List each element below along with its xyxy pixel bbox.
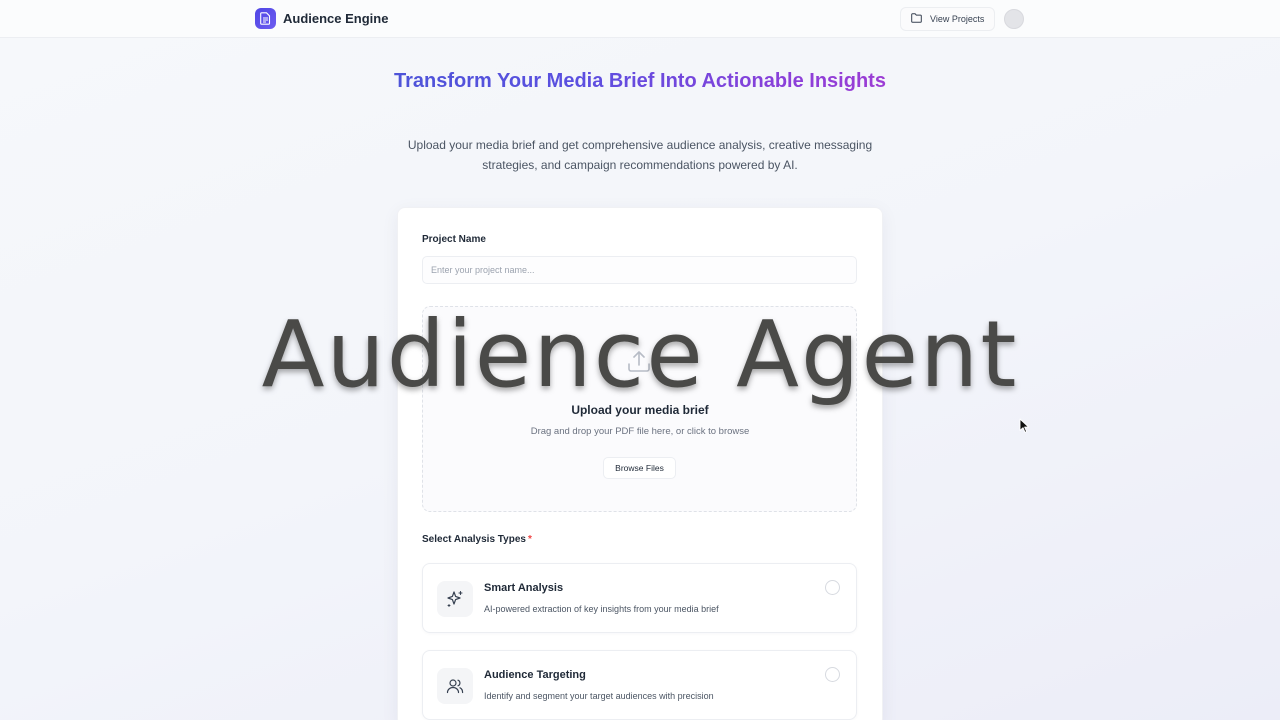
view-projects-label: View Projects	[930, 14, 985, 24]
folder-icon	[911, 13, 922, 25]
page-subtitle: Upload your media brief and get comprehe…	[407, 138, 873, 172]
option-checkbox[interactable]	[825, 667, 840, 682]
page-title: Transform Your Media Brief Into Actionab…	[340, 68, 940, 94]
option-description: Identify and segment your target audienc…	[484, 691, 714, 701]
analysis-option-audience-targeting[interactable]: Audience Targeting Identify and segment …	[422, 650, 857, 720]
analysis-types-label-text: Select Analysis Types	[422, 534, 526, 545]
analysis-types-label: Select Analysis Types *	[422, 534, 532, 545]
required-marker: *	[527, 534, 532, 545]
brand[interactable]: Audience Engine	[255, 8, 388, 29]
document-icon	[255, 8, 276, 29]
project-name-input[interactable]	[422, 256, 857, 284]
upload-subtitle: Drag and drop your PDF file here, or cli…	[530, 426, 750, 437]
project-name-label: Project Name	[422, 234, 486, 245]
app-name: Audience Engine	[283, 11, 389, 26]
top-navigation-bar: Audience Engine View Projects	[0, 0, 1280, 38]
sparkles-icon	[437, 581, 473, 617]
view-projects-button[interactable]: View Projects	[900, 7, 996, 31]
option-description: AI-powered extraction of key insights fr…	[484, 604, 719, 614]
option-title: Smart Analysis	[484, 582, 564, 594]
mouse-cursor-icon	[1019, 418, 1030, 439]
option-checkbox[interactable]	[825, 580, 840, 595]
analysis-option-smart-analysis[interactable]: Smart Analysis AI-powered extraction of …	[422, 563, 857, 633]
user-avatar[interactable]	[1004, 9, 1024, 29]
video-title-overlay: Audience Agent	[261, 301, 1019, 408]
option-title: Audience Targeting	[484, 669, 586, 681]
users-icon	[437, 668, 473, 704]
browse-files-button[interactable]: Browse Files	[603, 457, 676, 479]
